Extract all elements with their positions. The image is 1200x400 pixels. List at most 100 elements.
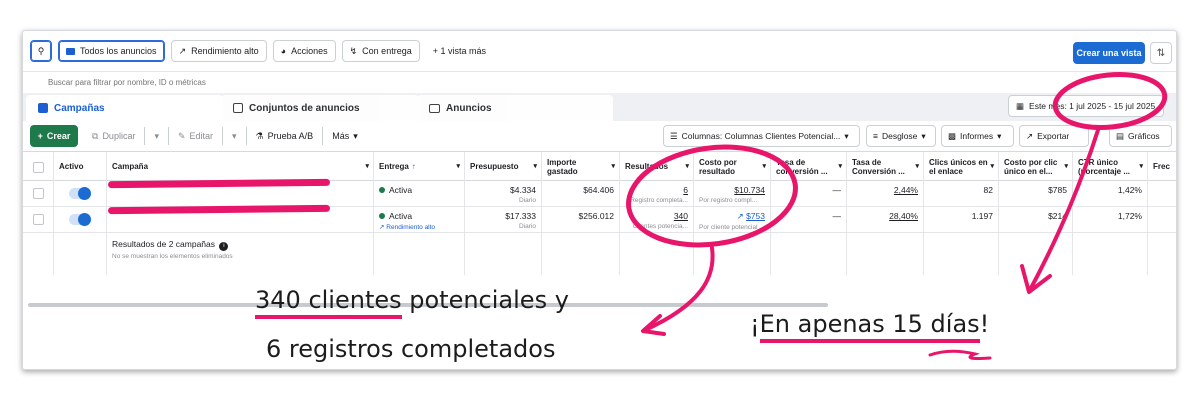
divider [167,127,169,145]
conv-rate-cell: — [771,181,847,206]
search-icon: ⚲ [37,45,45,56]
delivery-cell: Activa ↗ Rendimiento alto [374,207,465,232]
delivery-badge: ↗ Rendimiento alto [379,223,459,231]
col-link-clicks[interactable]: Clics únicos en el enlace ▾ [924,152,999,182]
active-toggle[interactable] [69,187,91,200]
summary-label: Resultados de 2 campañas [112,239,216,249]
charts-button[interactable]: ▤ Gráficos [1109,125,1172,147]
annotation-close-mark: ! [979,310,990,338]
high-performance-view-button[interactable]: ↗ Rendimiento alto [170,40,267,62]
export-label: Exportar [1037,131,1070,141]
summary-empty-cell [54,233,107,275]
row-toggle-cell [54,181,107,206]
conv-rate-value: — [832,211,842,221]
tab-campaigns[interactable]: Campañas [26,95,223,121]
row-toggle-cell [54,207,107,232]
chart-icon: ▤ [1116,130,1125,141]
col-frequency[interactable]: Frec [1148,152,1176,182]
results-value[interactable]: 6 [683,185,688,195]
col-conv-rate-2[interactable]: Tasa de Conversión ... ▾ [847,152,924,182]
results-type: Clientes potencia... [632,223,688,230]
col-cost-per-result[interactable]: Costo por resultado ▾ [694,152,771,182]
col-budget-label: Presupuesto [470,162,519,172]
chevron-down-icon: ▾ [997,130,1002,141]
select-all-cell [23,152,54,182]
ctr-cell: 1,72% [1073,207,1148,232]
trend-icon: ↗ [178,45,187,56]
clicks-value: 82 [983,185,993,195]
chevron-down-icon: ▾ [232,130,237,141]
grid-icon [233,103,243,113]
summary-empty-cell [1073,233,1148,275]
tab-adsets[interactable]: Conjuntos de anuncios [221,95,419,121]
results-value[interactable]: 340 [674,211,688,221]
select-all-checkbox[interactable] [32,161,44,173]
conv-rate-2-value[interactable]: 2,44% [894,185,918,195]
annotation-left-line1: 340 clientes potenciales y [255,286,569,319]
edit-button[interactable]: ✎ Editar [172,125,219,147]
duplicate-dropdown[interactable]: ▾ [148,125,165,147]
annotation-highlight: 340 clientes [255,286,402,319]
cost-value[interactable]: $10.734 [734,185,765,195]
tab-campaigns-label: Campañas [54,102,105,114]
delivery-badge-label: Rendimiento alto [386,224,436,231]
info-icon[interactable]: i [219,242,229,251]
date-range-picker[interactable]: ▦ Este mes: 1 jul 2025 - 15 jul 2025 ▾ [1008,95,1164,117]
row-checkbox[interactable] [32,188,44,199]
summary-empty-cell [23,233,54,275]
col-campaign[interactable]: Campaña ▾ [107,152,374,182]
columns-dropdown[interactable]: ☰ Columnas: Columnas Clientes Potencial.… [663,125,860,147]
more-views-label: + 1 vista más [432,46,486,56]
divider [245,127,247,145]
col-active[interactable]: Activo [54,152,107,182]
divider [144,127,146,145]
flask-icon: ⚗ [255,130,264,141]
breakdown-dropdown[interactable]: ≡ Desglose ▾ [866,125,936,147]
more-views-button[interactable]: + 1 vista más [425,40,493,62]
col-spent[interactable]: Importe gastado ▾ [542,152,620,182]
export-button[interactable]: ↗ Exportar [1019,125,1089,147]
col-ctr[interactable]: CTR único (porcentaje ... ▾ [1073,152,1148,182]
cpc-value: $785 [1048,185,1067,195]
with-delivery-view-button[interactable]: ↯ Con entrega [341,40,420,62]
all-ads-view-button[interactable]: Todos los anuncios [58,40,165,62]
conv-rate-2-cell: 2,44% [847,181,924,206]
chevron-down-icon: ▾ [844,130,849,141]
col-cost-per-click[interactable]: Costo por clic único en el... ▾ [999,152,1073,182]
tab-ads[interactable]: Anuncios [417,95,613,121]
conv-rate-2-value[interactable]: 28,40% [889,211,918,221]
row-checkbox[interactable] [32,214,44,225]
ab-test-button[interactable]: ⚗ Prueba A/B [250,125,320,147]
plus-icon: + [37,131,43,141]
delivery-status: Activa [389,185,413,195]
trend-icon: ↗ [736,211,747,221]
col-conv-rate-2-label: Tasa de Conversión ... [852,157,905,176]
active-toggle[interactable] [69,213,91,226]
more-button[interactable]: Más ▾ [326,125,364,147]
actions-label: Acciones [291,46,328,56]
col-budget[interactable]: Presupuesto ▾ [465,152,542,182]
settings-sliders-icon[interactable]: ⇅ [1150,42,1172,64]
tab-adsets-label: Conjuntos de anuncios [249,102,360,114]
chevron-down-icon: ▾ [353,130,358,141]
col-frequency-label: Frec [1153,162,1170,172]
ctr-value: 1,42% [1117,185,1142,195]
col-delivery[interactable]: Entrega ↑ ▾ [374,152,465,182]
col-results[interactable]: Resultados ▾ [620,152,694,182]
caret-icon: ▾ [1064,162,1068,170]
duplicate-button[interactable]: ⧉ Duplicar [86,125,141,147]
cost-value[interactable]: $753 [746,211,765,221]
search-button[interactable]: ⚲ [30,40,52,62]
create-view-button[interactable]: Crear una vista [1073,42,1145,64]
actions-view-button[interactable]: ◕ Acciones [272,40,336,62]
search-input[interactable] [48,78,448,87]
conv-rate-2-cell: 28,40% [847,207,924,232]
results-type: Registro completa... [630,197,688,204]
reports-dropdown[interactable]: ▩ Informes ▾ [941,125,1014,147]
col-conv-rate[interactable]: Tasa de conversión ... ▾ [771,152,847,182]
create-button[interactable]: + Crear [30,125,78,147]
cost-cell: $10.734 Por registro compl... [694,181,771,206]
col-campaign-label: Campaña [112,162,149,172]
clicks-cell: 1.197 [924,207,999,232]
edit-dropdown[interactable]: ▾ [226,125,243,147]
